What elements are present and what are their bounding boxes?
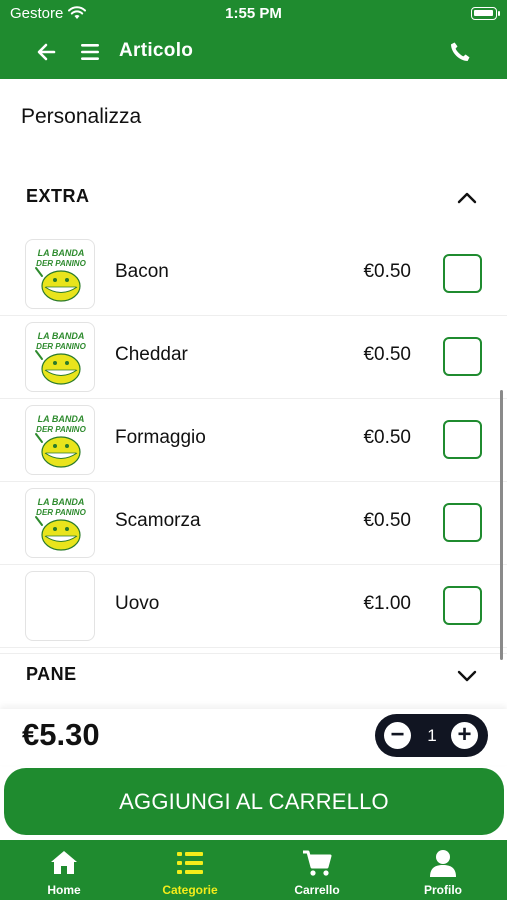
extra-list: LA BANDA DER PANINO Bacon €0.50 LA BANDA … [0, 233, 507, 648]
item-price: €0.50 [363, 427, 411, 448]
group-label: EXTRA [26, 186, 90, 206]
back-arrow-icon[interactable] [34, 39, 60, 65]
nav-bar: Articolo [0, 32, 507, 72]
home-icon [51, 851, 77, 874]
svg-text:LA BANDA: LA BANDA [38, 248, 85, 258]
group-label: PANE [26, 664, 77, 684]
item-thumbnail: LA BANDA DER PANINO [25, 322, 95, 392]
list-item: LA BANDA DER PANINO Formaggio €0.50 [0, 399, 507, 482]
scrollbar[interactable] [500, 390, 503, 660]
item-checkbox[interactable] [443, 254, 482, 293]
logo-image: LA BANDA DER PANINO [35, 414, 87, 468]
user-icon [430, 850, 456, 877]
logo-image: LA BANDA DER PANINO [35, 497, 87, 551]
decrease-quantity-button[interactable]: − [384, 722, 411, 749]
tab-home[interactable]: Home [1, 840, 127, 900]
chevron-down-icon [457, 670, 477, 682]
svg-text:LA BANDA: LA BANDA [38, 497, 85, 507]
group-header-pane[interactable]: PANE [0, 653, 507, 697]
tab-carrello[interactable]: Carrello [254, 840, 380, 900]
list-icon [177, 852, 203, 874]
list-item: LA BANDA DER PANINO Bacon €0.50 [0, 233, 507, 316]
increase-quantity-button[interactable]: + [451, 722, 478, 749]
item-checkbox[interactable] [443, 503, 482, 542]
tab-categorie[interactable]: Categorie [127, 840, 253, 900]
menu-icon[interactable] [78, 40, 102, 64]
battery-icon [471, 7, 500, 20]
logo-image: LA BANDA DER PANINO [35, 248, 87, 302]
svg-text:DER PANINO: DER PANINO [36, 425, 86, 434]
tab-profilo[interactable]: Profilo [380, 840, 506, 900]
item-price: €0.50 [363, 344, 411, 365]
item-checkbox[interactable] [443, 586, 482, 625]
item-thumbnail: LA BANDA DER PANINO [25, 239, 95, 309]
item-name: Bacon [115, 261, 169, 282]
list-item: LA BANDA DER PANINO Scamorza €0.50 [0, 482, 507, 565]
status-bar: Gestore 1:55 PM [0, 0, 507, 28]
svg-text:LA BANDA: LA BANDA [38, 414, 85, 424]
chevron-up-icon [457, 192, 477, 204]
item-checkbox[interactable] [443, 420, 482, 459]
item-thumbnail [25, 571, 95, 641]
tab-label: Categorie [162, 883, 218, 897]
item-name: Formaggio [115, 427, 206, 448]
quantity-value: 1 [427, 726, 437, 745]
svg-text:LA BANDA: LA BANDA [38, 331, 85, 341]
cart-icon [303, 850, 332, 876]
item-thumbnail: LA BANDA DER PANINO [25, 405, 95, 475]
top-bar: Gestore 1:55 PM Articolo [0, 0, 507, 79]
item-price: €0.50 [363, 261, 411, 282]
list-item: LA BANDA DER PANINO Cheddar €0.50 [0, 316, 507, 399]
item-checkbox[interactable] [443, 337, 482, 376]
logo-image: LA BANDA DER PANINO [35, 331, 87, 385]
phone-icon[interactable] [448, 40, 472, 64]
item-name: Cheddar [115, 344, 188, 365]
tab-bar: Home Categorie Carrello Profilo [0, 840, 507, 900]
quantity-stepper: − 1 + [375, 714, 488, 757]
page-title: Articolo [119, 40, 194, 61]
item-thumbnail: LA BANDA DER PANINO [25, 488, 95, 558]
svg-text:DER PANINO: DER PANINO [36, 259, 86, 268]
tab-label: Home [47, 883, 81, 897]
add-to-cart-button[interactable]: AGGIUNGI AL CARRELLO [4, 768, 504, 835]
group-header-extra[interactable]: EXTRA [0, 176, 507, 220]
status-time: 1:55 PM [225, 5, 282, 22]
tab-label: Carrello [294, 883, 340, 897]
order-summary-bar: €5.30 − 1 + [0, 709, 507, 765]
svg-text:DER PANINO: DER PANINO [36, 508, 86, 517]
item-price: €0.50 [363, 510, 411, 531]
svg-text:DER PANINO: DER PANINO [36, 342, 86, 351]
item-name: Scamorza [115, 510, 201, 531]
item-price: €1.00 [363, 593, 411, 614]
total-price: €5.30 [22, 717, 100, 752]
customize-panel[interactable]: Personalizza EXTRA LA BANDA DER PANINO B… [0, 79, 507, 709]
item-name: Uovo [115, 593, 160, 614]
list-item: Uovo €1.00 [0, 565, 507, 648]
tab-label: Profilo [424, 883, 462, 897]
section-title: Personalizza [21, 105, 142, 128]
